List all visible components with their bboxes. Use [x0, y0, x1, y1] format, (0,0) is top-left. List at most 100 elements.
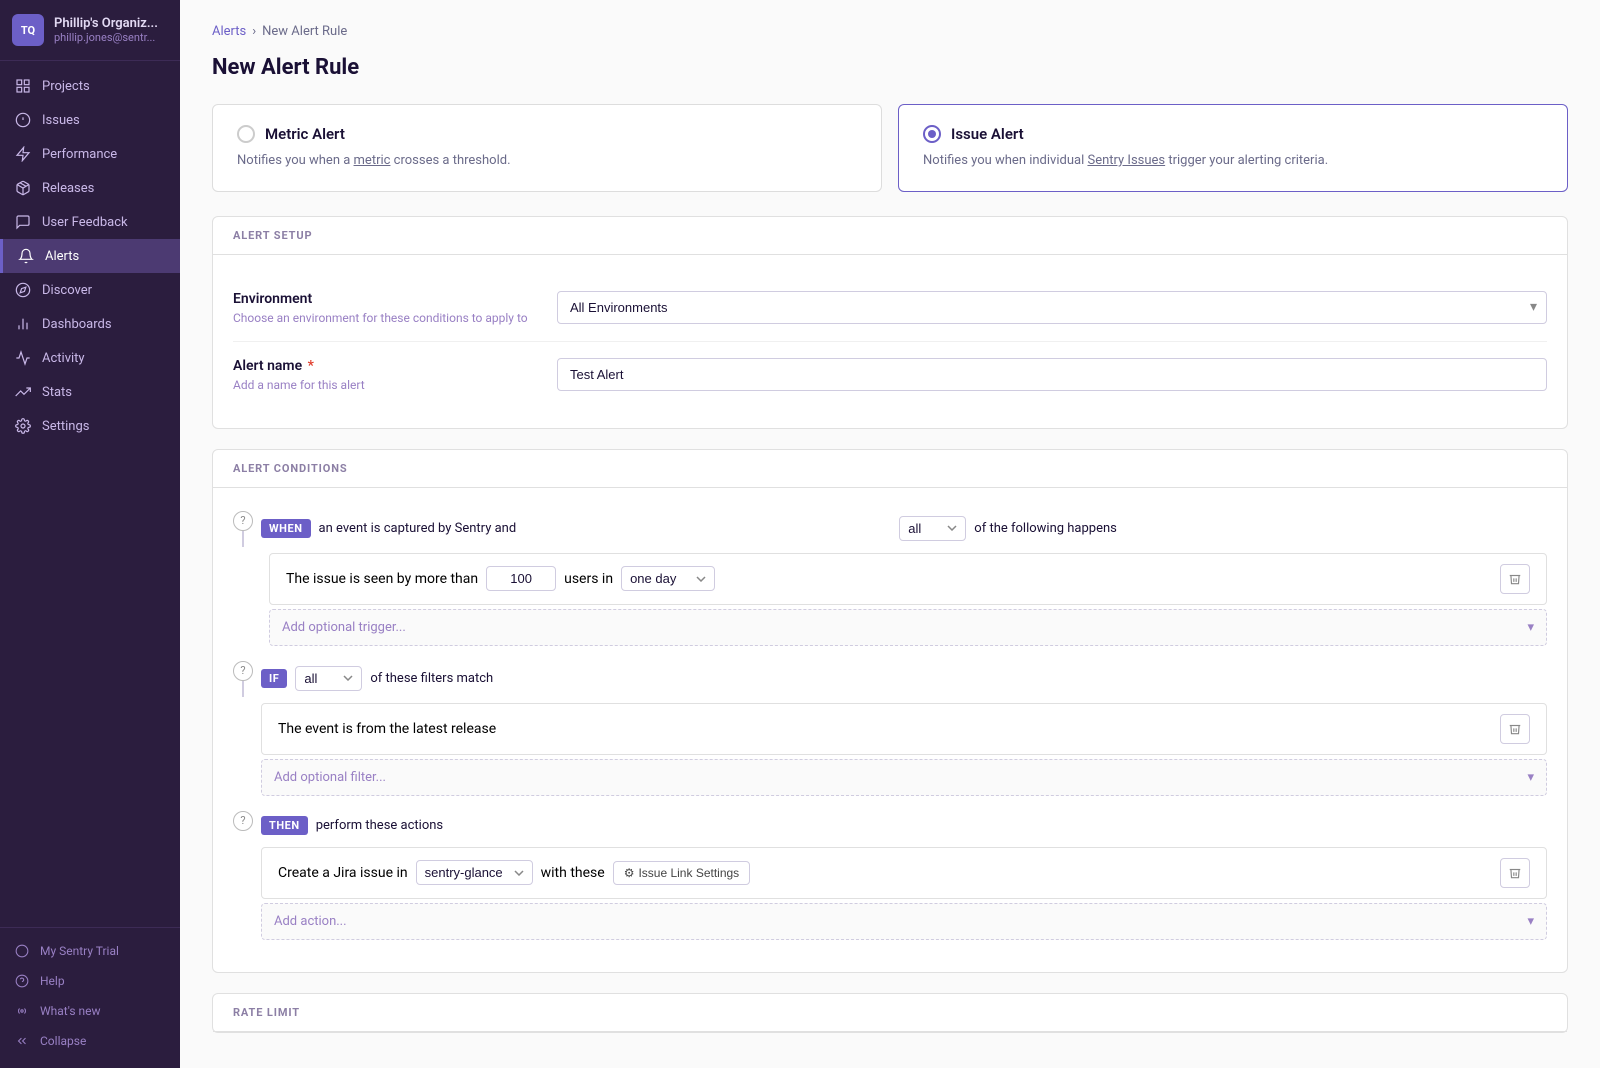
sidebar-item-collapse[interactable]: Collapse [0, 1026, 180, 1056]
sidebar-item-label: Alerts [45, 249, 79, 264]
chevrons-left-icon [14, 1033, 30, 1049]
add-action-dropdown[interactable]: Add action... ▾ [261, 903, 1547, 940]
sidebar-item-releases[interactable]: Releases [0, 171, 180, 205]
issue-alert-header: Issue Alert [923, 125, 1543, 143]
environment-row: Environment Choose an environment for th… [233, 275, 1547, 342]
message-square-icon [14, 213, 32, 231]
sidebar-item-label: Settings [42, 419, 89, 434]
environment-label: Environment [233, 291, 533, 307]
sidebar-item-dashboards[interactable]: Dashboards [0, 307, 180, 341]
gear-icon: ⚙ [624, 866, 635, 880]
alert-name-label: Alert name * [233, 358, 533, 374]
sidebar-item-help[interactable]: Help [0, 966, 180, 996]
grid-icon [14, 77, 32, 95]
filter-text: The event is from the latest release [278, 721, 496, 737]
sidebar-item-label: Discover [42, 283, 92, 298]
sidebar-item-settings[interactable]: Settings [0, 409, 180, 443]
when-suffix-text: of the following happens [974, 521, 1547, 536]
sidebar-item-label: User Feedback [42, 215, 128, 230]
alert-setup-section: ALERT SETUP Environment Choose an enviro… [212, 216, 1568, 429]
breadcrumb-parent[interactable]: Alerts [212, 24, 246, 39]
sidebar-item-stats[interactable]: Stats [0, 375, 180, 409]
trigger-mid: users in [564, 571, 613, 587]
if-all-select[interactable]: all any none [295, 666, 362, 691]
main-content: Alerts › New Alert Rule New Alert Rule M… [180, 0, 1600, 1068]
sidebar: TQ Phillip's Organiz... phillip.jones@se… [0, 0, 180, 1068]
if-suffix-text: of these filters match [370, 671, 1547, 686]
org-header[interactable]: TQ Phillip's Organiz... phillip.jones@se… [0, 0, 180, 61]
metric-alert-title: Metric Alert [265, 125, 345, 143]
then-help-icon[interactable]: ? [233, 811, 253, 831]
trigger-period-select[interactable]: one day one hour one week [621, 566, 715, 591]
metric-alert-desc: Notifies you when a metric crosses a thr… [237, 151, 857, 171]
alert-setup-header: ALERT SETUP [213, 217, 1567, 255]
footer-item-label: Collapse [40, 1034, 86, 1048]
when-badge: WHEN [261, 519, 311, 538]
sidebar-item-alerts[interactable]: Alerts [0, 239, 180, 273]
delete-filter-button[interactable] [1500, 714, 1530, 744]
compass-icon [14, 281, 32, 299]
footer-item-label: What's new [40, 1004, 101, 1018]
environment-control: All Environments Production Staging ▾ [557, 291, 1547, 324]
breadcrumb-separator: › [252, 24, 256, 39]
sidebar-item-projects[interactable]: Projects [0, 69, 180, 103]
sidebar-item-user-feedback[interactable]: User Feedback [0, 205, 180, 239]
footer-item-label: My Sentry Trial [40, 944, 119, 958]
issue-alert-card[interactable]: Issue Alert Notifies you when individual… [898, 104, 1568, 192]
sidebar-footer: My Sentry Trial Help What's new Collapse [0, 927, 180, 1068]
jira-project-wrapper: sentry-glance sentry-main [416, 860, 533, 885]
filter-row: The event is from the latest release [261, 703, 1547, 755]
bell-icon [17, 247, 35, 265]
alert-name-label-col: Alert name * Add a name for this alert [233, 358, 533, 392]
environment-select-wrapper: All Environments Production Staging ▾ [557, 291, 1547, 324]
sidebar-item-discover[interactable]: Discover [0, 273, 180, 307]
sidebar-item-performance[interactable]: Performance [0, 137, 180, 171]
alert-name-row: Alert name * Add a name for this alert [233, 342, 1547, 408]
issue-link-settings-button[interactable]: ⚙ Issue Link Settings [613, 861, 751, 885]
activity-icon [14, 349, 32, 367]
action-prefix: Create a Jira issue in [278, 865, 408, 881]
help-circle-icon [14, 973, 30, 989]
alert-conditions-section: ALERT CONDITIONS ? WHEN an event is capt… [212, 449, 1568, 973]
org-info: Phillip's Organiz... phillip.jones@sentr… [54, 16, 158, 44]
delete-trigger-button[interactable] [1500, 564, 1530, 594]
action-mid: with these [541, 865, 605, 881]
when-prefix-text: an event is captured by Sentry and [319, 521, 892, 536]
trigger-prefix: The issue is seen by more than [286, 571, 478, 587]
environment-select[interactable]: All Environments Production Staging [557, 291, 1547, 324]
alert-conditions-header: ALERT CONDITIONS [213, 450, 1567, 488]
rate-limit-header: RATE LIMIT [213, 994, 1567, 1032]
alert-name-sublabel: Add a name for this alert [233, 378, 533, 392]
then-badge: THEN [261, 816, 308, 835]
radio-icon [14, 1003, 30, 1019]
metric-alert-card[interactable]: Metric Alert Notifies you when a metric … [212, 104, 882, 192]
sidebar-item-whats-new[interactable]: What's new [0, 996, 180, 1026]
sidebar-item-my-sentry-trial[interactable]: My Sentry Trial [0, 936, 180, 966]
then-suffix-text: perform these actions [316, 818, 1547, 833]
trigger-count-input[interactable] [486, 566, 556, 591]
issue-alert-title: Issue Alert [951, 125, 1024, 143]
sidebar-item-issues[interactable]: Issues [0, 103, 180, 137]
sidebar-item-label: Releases [42, 181, 94, 196]
if-help-icon[interactable]: ? [233, 661, 253, 681]
environment-label-col: Environment Choose an environment for th… [233, 291, 533, 325]
sidebar-nav: Projects Issues Performance Releases Use… [0, 61, 180, 927]
alert-name-input[interactable] [557, 358, 1547, 391]
delete-action-button[interactable] [1500, 858, 1530, 888]
trending-up-icon [14, 383, 32, 401]
settings-icon [14, 417, 32, 435]
sidebar-item-label: Projects [42, 79, 90, 94]
alert-setup-body: Environment Choose an environment for th… [213, 255, 1567, 428]
when-all-select[interactable]: all any none [899, 516, 966, 541]
sidebar-item-activity[interactable]: Activity [0, 341, 180, 375]
conditions-body: ? WHEN an event is captured by Sentry an… [213, 488, 1567, 972]
add-trigger-dropdown[interactable]: Add optional trigger... ▾ [269, 609, 1547, 646]
star-icon [14, 943, 30, 959]
if-badge: IF [261, 669, 287, 688]
add-filter-dropdown[interactable]: Add optional filter... ▾ [261, 759, 1547, 796]
jira-project-select[interactable]: sentry-glance sentry-main [416, 860, 533, 885]
when-help-icon[interactable]: ? [233, 511, 253, 531]
metric-alert-radio [237, 125, 255, 143]
bar-chart-icon [14, 315, 32, 333]
action-row: Create a Jira issue in sentry-glance sen… [261, 847, 1547, 899]
